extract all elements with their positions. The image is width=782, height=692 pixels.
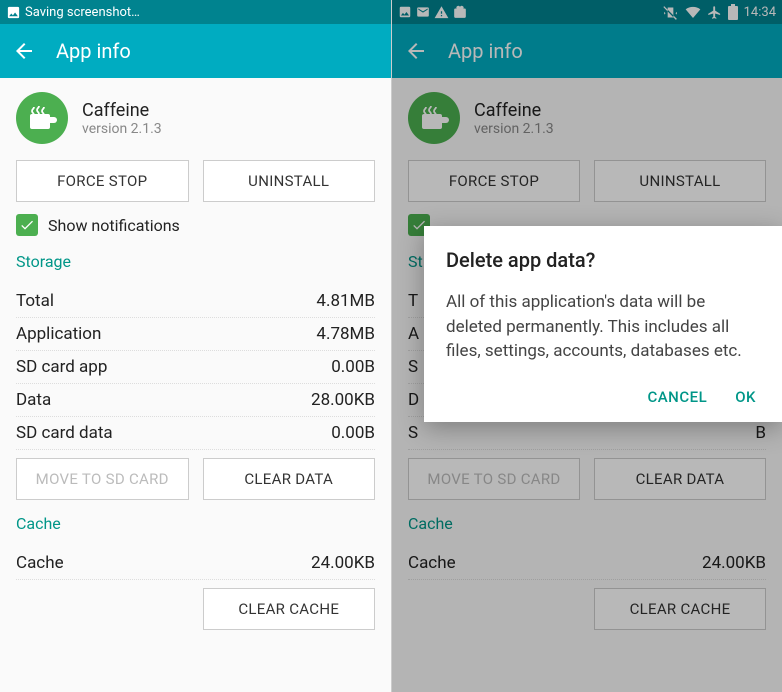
content: Caffeine version 2.1.3 FORCE STOP UNINST…	[0, 78, 391, 692]
app-version: version 2.1.3	[82, 121, 162, 137]
checkbox-checked-icon[interactable]	[16, 214, 38, 236]
dialog-body: All of this application's data will be d…	[446, 290, 760, 364]
dialog-cancel-button[interactable]: CANCEL	[647, 388, 707, 406]
cache-heading: Cache	[16, 514, 375, 533]
status-bar: Saving screenshot…	[0, 0, 391, 24]
force-stop-button[interactable]: FORCE STOP	[16, 160, 189, 202]
storage-heading: Storage	[16, 252, 375, 271]
storage-row: Data28.00KB	[16, 384, 375, 417]
show-notifications-label: Show notifications	[48, 216, 180, 235]
uninstall-button[interactable]: UNINSTALL	[203, 160, 376, 202]
storage-row: Application4.78MB	[16, 318, 375, 351]
clear-cache-button[interactable]: CLEAR CACHE	[203, 588, 376, 630]
storage-row: SD card app0.00B	[16, 351, 375, 384]
screen-right: 14:34 App info Caffeine version 2.1.3 FO…	[391, 0, 782, 692]
dialog-ok-button[interactable]: OK	[735, 388, 756, 406]
storage-row: SD card data0.00B	[16, 417, 375, 450]
clear-data-button[interactable]: CLEAR DATA	[203, 458, 376, 500]
action-bar: App info	[0, 24, 391, 78]
move-to-sd-button: MOVE TO SD CARD	[16, 458, 189, 500]
dialog-title: Delete app data?	[446, 248, 760, 272]
image-icon	[6, 5, 21, 20]
caffeine-app-icon	[16, 92, 68, 144]
storage-row: Total4.81MB	[16, 285, 375, 318]
cache-row: Cache24.00KB	[16, 547, 375, 580]
status-text: Saving screenshot…	[25, 5, 140, 20]
app-header: Caffeine version 2.1.3	[16, 78, 375, 160]
delete-app-data-dialog: Delete app data? All of this application…	[424, 226, 782, 422]
screen-left: Saving screenshot… App info Caffeine ver…	[0, 0, 391, 692]
back-arrow-icon[interactable]	[12, 39, 36, 63]
app-name: Caffeine	[82, 100, 162, 121]
show-notifications-row[interactable]: Show notifications	[16, 214, 375, 236]
page-title: App info	[56, 39, 131, 63]
